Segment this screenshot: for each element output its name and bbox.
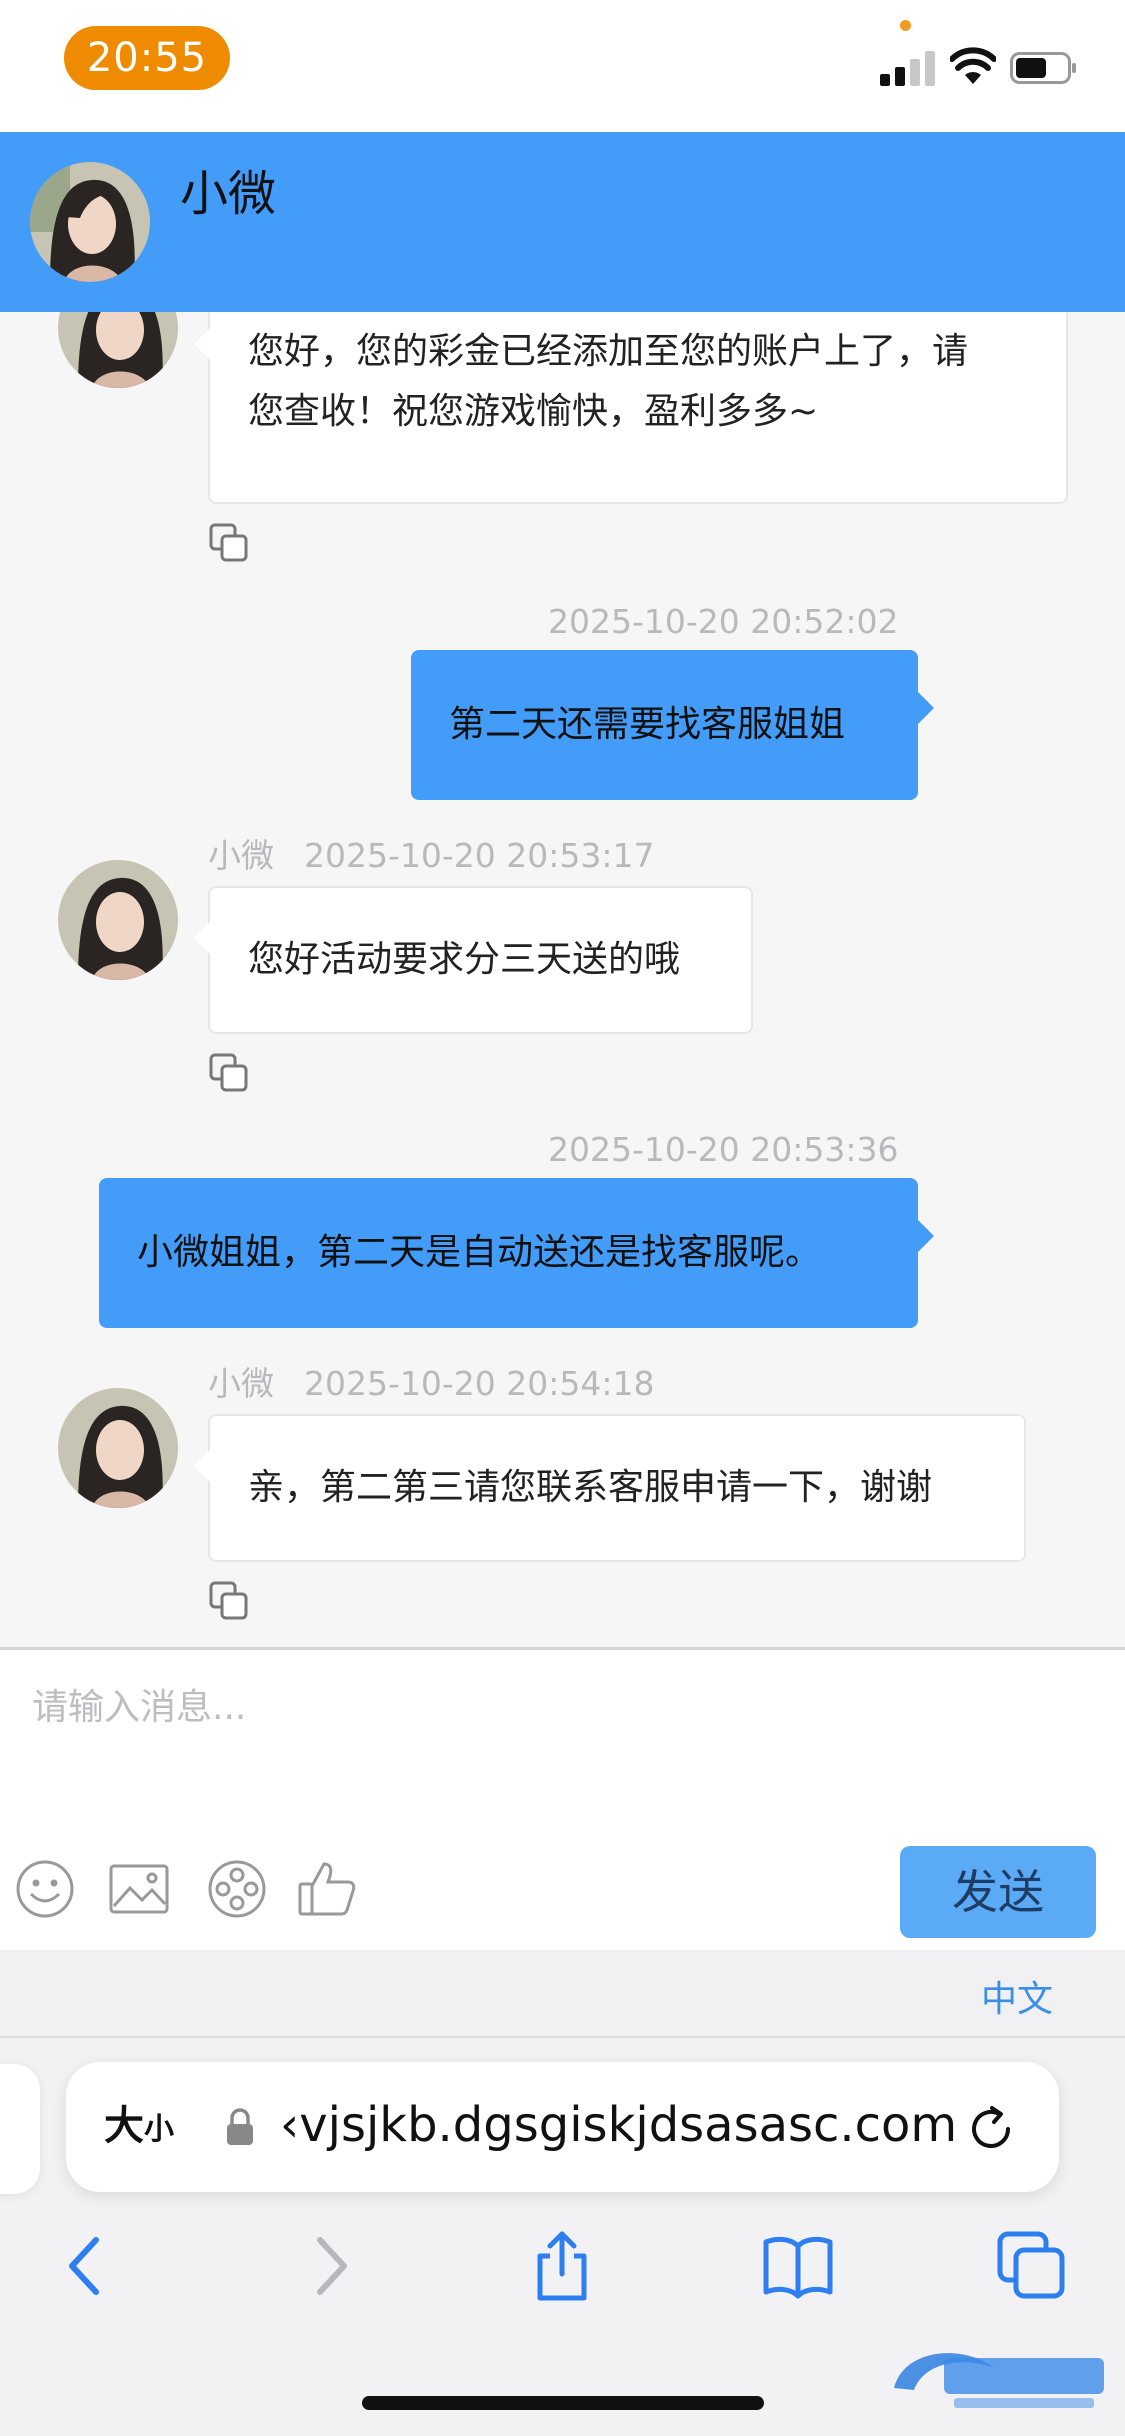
lock-icon bbox=[227, 2108, 253, 2145]
language-switch-link[interactable]: 中文 bbox=[981, 1970, 1053, 2022]
message-text: 第二天还需要找客服姐姐 bbox=[449, 704, 846, 745]
message-timestamp: 2025-10-20 20:53:17 bbox=[304, 836, 655, 875]
message-text: 您好活动要求分三天送的哦 bbox=[248, 939, 681, 980]
message-meta: 小微 2025-10-20 20:54:18 bbox=[208, 1364, 654, 1404]
language-bar: 中文 bbox=[0, 1950, 1125, 2038]
status-time: 20:55 bbox=[64, 26, 230, 90]
text-size-small-label: 小 bbox=[144, 2112, 174, 2147]
copy-icon[interactable] bbox=[208, 522, 250, 564]
battery-icon bbox=[1010, 52, 1076, 84]
agent-avatar bbox=[58, 312, 178, 388]
composer: 发送 bbox=[0, 1647, 1125, 1953]
share-icon[interactable] bbox=[526, 2230, 598, 2302]
copy-icon[interactable] bbox=[208, 1052, 250, 1094]
message-text-line: 您好，您的彩金已经添加至您的账户上了，请 bbox=[248, 331, 969, 372]
emoji-icon[interactable] bbox=[14, 1858, 76, 1920]
message-text: 亲，第二第三请您联系客服申请一下，谢谢 bbox=[248, 1467, 933, 1508]
cellular-signal-icon bbox=[880, 48, 938, 86]
contact-avatar[interactable] bbox=[30, 162, 150, 282]
privacy-indicator-dot bbox=[900, 20, 911, 31]
forward-icon[interactable] bbox=[294, 2230, 366, 2302]
message-bubble-agent[interactable]: 您好活动要求分三天送的哦 bbox=[194, 886, 753, 1034]
previous-tab-preview[interactable] bbox=[0, 2064, 40, 2194]
agent-avatar bbox=[58, 860, 178, 980]
chat-header: 小微 bbox=[0, 132, 1125, 312]
wifi-icon bbox=[950, 47, 996, 84]
message-list[interactable]: 您好，您的彩金已经添加至您的账户上了，请 您查收！祝您游戏愉快，盈利多多~ 20… bbox=[0, 312, 1125, 1647]
message-bubble-user[interactable]: 第二天还需要找客服姐姐 bbox=[411, 650, 934, 800]
message-timestamp: 2025-10-20 20:53:36 bbox=[548, 1130, 899, 1169]
message-bubble-agent[interactable]: 您好，您的彩金已经添加至您的账户上了，请 您查收！祝您游戏愉快，盈利多多~ bbox=[194, 312, 1068, 504]
message-bubble-agent[interactable]: 亲，第二第三请您联系客服申请一下，谢谢 bbox=[194, 1414, 1026, 1562]
message-timestamp: 2025-10-20 20:52:02 bbox=[548, 602, 899, 641]
url-text: ‹vjsjkb.dgsgiskjdsasasc.com bbox=[280, 2097, 958, 2153]
message-text: 小微姐姐，第二天是自动送还是找客服呢。 bbox=[137, 1232, 822, 1273]
status-bar: 20:55 bbox=[0, 0, 1125, 132]
reload-icon[interactable] bbox=[964, 2102, 1018, 2156]
sender-name: 小微 bbox=[208, 1364, 274, 1403]
video-icon[interactable] bbox=[206, 1858, 268, 1920]
address-bar[interactable]: 大小 ‹vjsjkb.dgsgiskjdsasasc.com bbox=[66, 2062, 1059, 2192]
back-icon[interactable] bbox=[50, 2230, 122, 2302]
browser-toolbar: 大小 ‹vjsjkb.dgsgiskjdsasasc.com bbox=[0, 2038, 1125, 2436]
copy-icon[interactable] bbox=[208, 1580, 250, 1622]
text-size-button[interactable]: 大小 bbox=[104, 2096, 174, 2160]
community-watermark-logo bbox=[894, 2353, 1104, 2408]
message-bubble-user[interactable]: 小微姐姐，第二天是自动送还是找客服呢。 bbox=[99, 1178, 934, 1328]
message-text-line: 您查收！祝您游戏愉快，盈利多多~ bbox=[248, 391, 819, 432]
image-icon[interactable] bbox=[108, 1858, 170, 1920]
home-indicator bbox=[362, 2396, 764, 2410]
agent-avatar bbox=[58, 1388, 178, 1508]
message-input[interactable] bbox=[0, 1650, 1125, 1810]
sender-name: 小微 bbox=[208, 836, 274, 875]
contact-name: 小微 bbox=[180, 166, 277, 222]
message-timestamp: 2025-10-20 20:54:18 bbox=[304, 1364, 655, 1403]
message-meta: 小微 2025-10-20 20:53:17 bbox=[208, 836, 654, 876]
bookmarks-icon[interactable] bbox=[762, 2230, 834, 2302]
send-button[interactable]: 发送 bbox=[900, 1846, 1096, 1938]
tabs-icon[interactable] bbox=[996, 2230, 1068, 2302]
thumbs-up-icon[interactable] bbox=[296, 1858, 358, 1920]
text-size-big-label: 大 bbox=[104, 2103, 144, 2149]
